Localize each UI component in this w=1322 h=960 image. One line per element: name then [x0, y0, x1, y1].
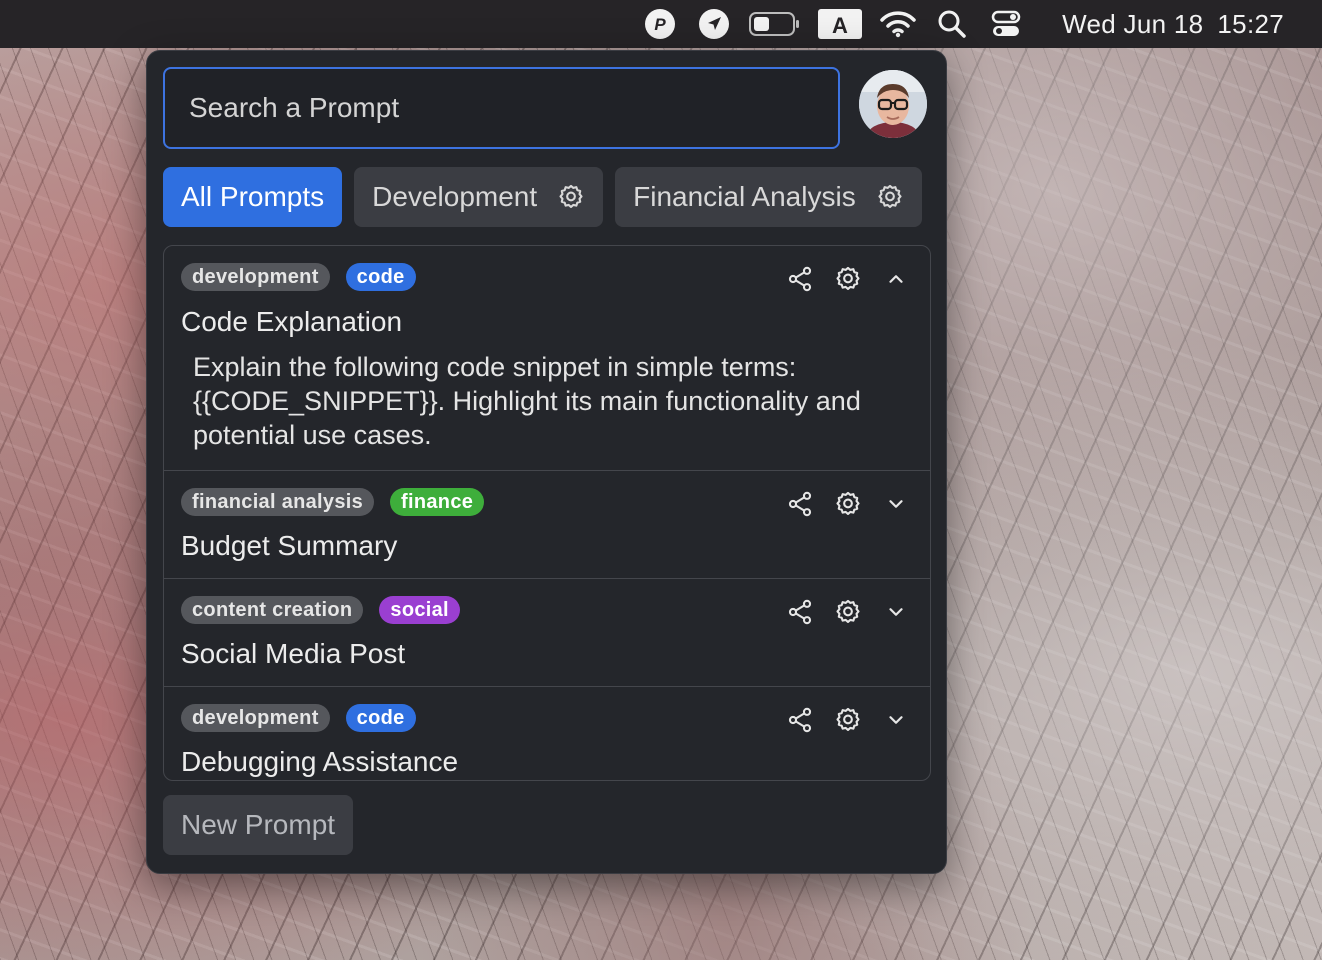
search-icon[interactable] [932, 0, 972, 48]
tab-all-prompts[interactable]: All Prompts [163, 167, 343, 227]
menu-bar: P A Wed Jun 18 15:27 [0, 0, 1322, 48]
share-icon[interactable] [776, 262, 824, 296]
gear-icon[interactable] [824, 262, 872, 296]
tab-development[interactable]: Development [354, 167, 604, 227]
tag-badge: code [345, 263, 416, 291]
tag-badge: social [379, 596, 460, 624]
location-arrow-icon[interactable] [694, 0, 734, 48]
new-prompt-button[interactable]: New Prompt [163, 795, 354, 855]
battery-icon[interactable] [748, 0, 802, 48]
prompt-item[interactable]: financial analysis finance Budget Summar… [164, 471, 930, 579]
prompt-title: Budget Summary [181, 530, 398, 561]
p-circle-icon[interactable]: P [640, 0, 680, 48]
menu-bar-date: Wed Jun 18 [1062, 8, 1204, 39]
tab-label: Development [372, 181, 538, 212]
chevron-down-icon[interactable] [872, 703, 920, 737]
tag-badge: finance [390, 488, 485, 516]
category-badge: content creation [181, 596, 364, 624]
control-center-icon[interactable] [986, 0, 1026, 48]
share-icon[interactable] [776, 487, 824, 521]
chevron-down-icon[interactable] [872, 487, 920, 521]
prompt-title: Debugging Assistance [181, 746, 459, 777]
p-circle-letter: P [654, 15, 666, 34]
prompt-title: Social Media Post [181, 638, 406, 669]
tab-financial-analysis[interactable]: Financial Analysis [615, 167, 922, 227]
category-tabs: All Prompts Development Financial Analys… [163, 167, 934, 227]
prompt-actions [776, 703, 920, 737]
prompt-item[interactable]: development code Debugging Assistance [164, 687, 930, 780]
category-badge: financial analysis [181, 488, 375, 516]
share-icon[interactable] [776, 703, 824, 737]
prompt-badges: development code [181, 263, 432, 291]
chevron-up-icon[interactable] [872, 262, 920, 296]
gear-icon[interactable] [557, 183, 585, 211]
tab-label: Financial Analysis [633, 181, 856, 212]
menu-bar-clock[interactable]: Wed Jun 18 15:27 [1062, 9, 1284, 40]
avatar-image [859, 70, 927, 138]
menu-bar-time: 15:27 [1217, 8, 1284, 39]
input-source-icon[interactable]: A [816, 0, 864, 48]
prompt-item[interactable]: development code Code Explanation Explai… [164, 246, 930, 471]
prompt-badges: development code [181, 704, 432, 732]
share-icon[interactable] [776, 595, 824, 629]
prompt-list: development code Code Explanation Explai… [163, 245, 931, 781]
prompt-title: Code Explanation [181, 306, 403, 337]
prompt-actions [776, 487, 920, 521]
gear-icon[interactable] [824, 703, 872, 737]
search-input[interactable] [163, 67, 840, 149]
chevron-down-icon[interactable] [872, 595, 920, 629]
gear-icon[interactable] [876, 183, 904, 211]
tag-badge: code [345, 704, 416, 732]
category-badge: development [181, 263, 330, 291]
prompt-item[interactable]: content creation social Social Media Pos… [164, 579, 930, 687]
wifi-icon[interactable] [878, 0, 918, 48]
prompt-description: Explain the following code snippet in si… [193, 352, 861, 450]
category-badge: development [181, 704, 330, 732]
tab-label: All Prompts [181, 181, 325, 212]
prompt-actions [776, 595, 920, 629]
prompt-badges: content creation social [181, 596, 476, 624]
avatar[interactable] [859, 70, 927, 138]
prompt-badges: financial analysis finance [181, 488, 500, 516]
gear-icon[interactable] [824, 487, 872, 521]
prompt-panel: All Prompts Development Financial Analys… [146, 50, 947, 874]
prompt-actions [776, 262, 920, 296]
gear-icon[interactable] [824, 595, 872, 629]
input-source-letter: A [832, 13, 848, 38]
